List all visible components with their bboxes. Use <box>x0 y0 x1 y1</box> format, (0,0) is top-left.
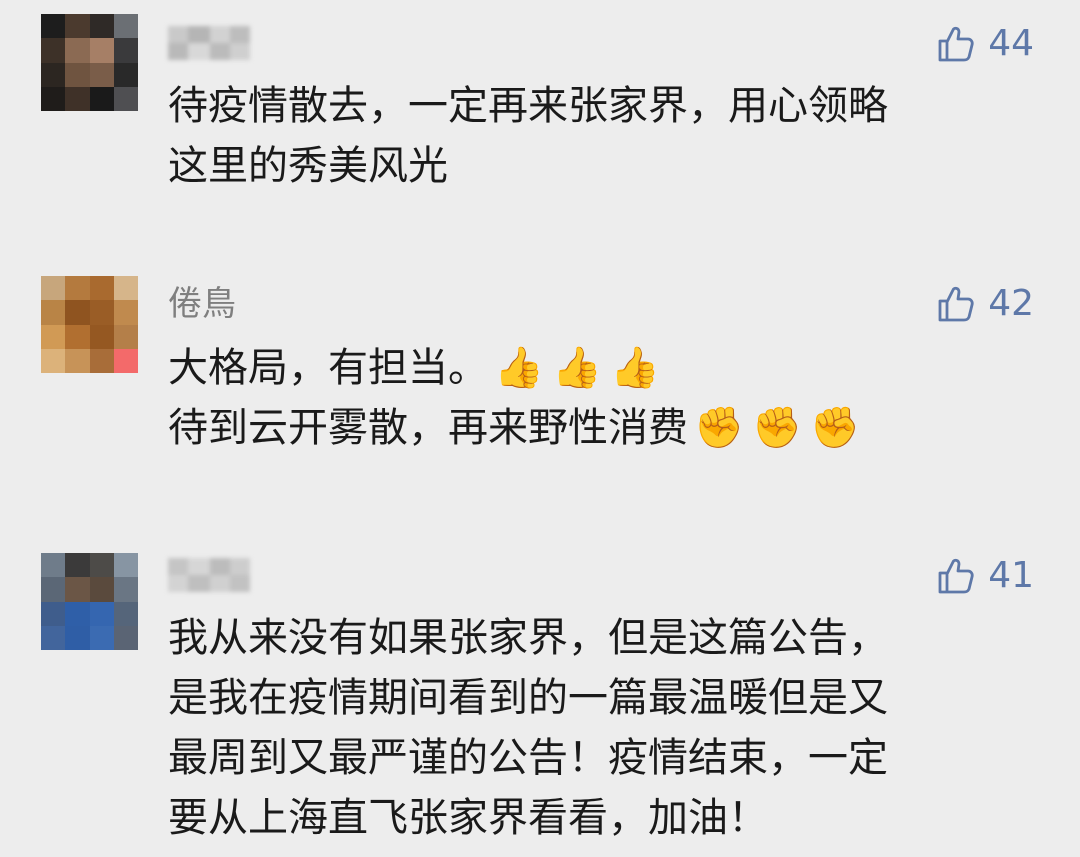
comment-text: 我从来没有如果张家界，但是这篇公告， 是我在疫情期间看到的一篇最温暖但是又 最周… <box>168 608 1028 848</box>
fist-emoji: ✊ <box>810 405 860 451</box>
nickname[interactable]: 倦鳥 <box>168 284 236 324</box>
comment-line: 待疫情散去，一定再来张家界，用心领略 <box>168 83 888 129</box>
comment-line: 最周到又最严谨的公告！疫情结束，一定 <box>168 735 888 781</box>
like-count: 42 <box>988 283 1034 324</box>
like-button[interactable]: 44 <box>936 24 1034 64</box>
like-button[interactable]: 42 <box>936 284 1034 324</box>
thumbs-up-outline-icon <box>938 26 974 62</box>
thumbs-up-emoji: 👍 <box>552 345 602 391</box>
fist-emoji: ✊ <box>752 405 802 451</box>
nickname-blurred <box>168 558 250 592</box>
comment-item: 倦鳥 42 大格局，有担当。 👍 👍 👍 待到云开雾散，再来野性消费 ✊ ✊ ✊ <box>0 230 1080 530</box>
fist-emoji: ✊ <box>694 405 744 451</box>
thumbs-up-outline-icon <box>938 558 974 594</box>
thumbs-up-emoji: 👍 <box>494 345 544 391</box>
comment-text: 待疫情散去，一定再来张家界，用心领略 这里的秀美风光 <box>168 76 1028 196</box>
avatar[interactable] <box>41 553 138 650</box>
comment-line: 是我在疫情期间看到的一篇最温暖但是又 <box>168 675 888 721</box>
nickname-blurred <box>168 26 250 60</box>
avatar[interactable] <box>41 14 138 111</box>
like-button[interactable]: 41 <box>936 556 1034 596</box>
comment-line: 这里的秀美风光 <box>168 143 448 189</box>
thumbs-up-emoji: 👍 <box>610 345 660 391</box>
comment-line: 我从来没有如果张家界，但是这篇公告， <box>168 615 888 661</box>
comment-text: 大格局，有担当。 👍 👍 👍 待到云开雾散，再来野性消费 ✊ ✊ ✊ <box>168 338 1028 458</box>
thumbs-up-outline-icon <box>938 286 974 322</box>
comment-item: 41 我从来没有如果张家界，但是这篇公告， 是我在疫情期间看到的一篇最温暖但是又… <box>0 530 1080 857</box>
comment-line: 待到云开雾散，再来野性消费 ✊ ✊ ✊ <box>168 398 1028 458</box>
comment-line: 要从上海直飞张家界看看，加油！ <box>168 795 768 841</box>
comment-line: 大格局，有担当。 👍 👍 👍 <box>168 338 1028 398</box>
comment-item: 44 待疫情散去，一定再来张家界，用心领略 这里的秀美风光 <box>0 0 1080 230</box>
avatar[interactable] <box>41 276 138 373</box>
like-count: 44 <box>988 23 1034 64</box>
like-count: 41 <box>988 555 1034 596</box>
